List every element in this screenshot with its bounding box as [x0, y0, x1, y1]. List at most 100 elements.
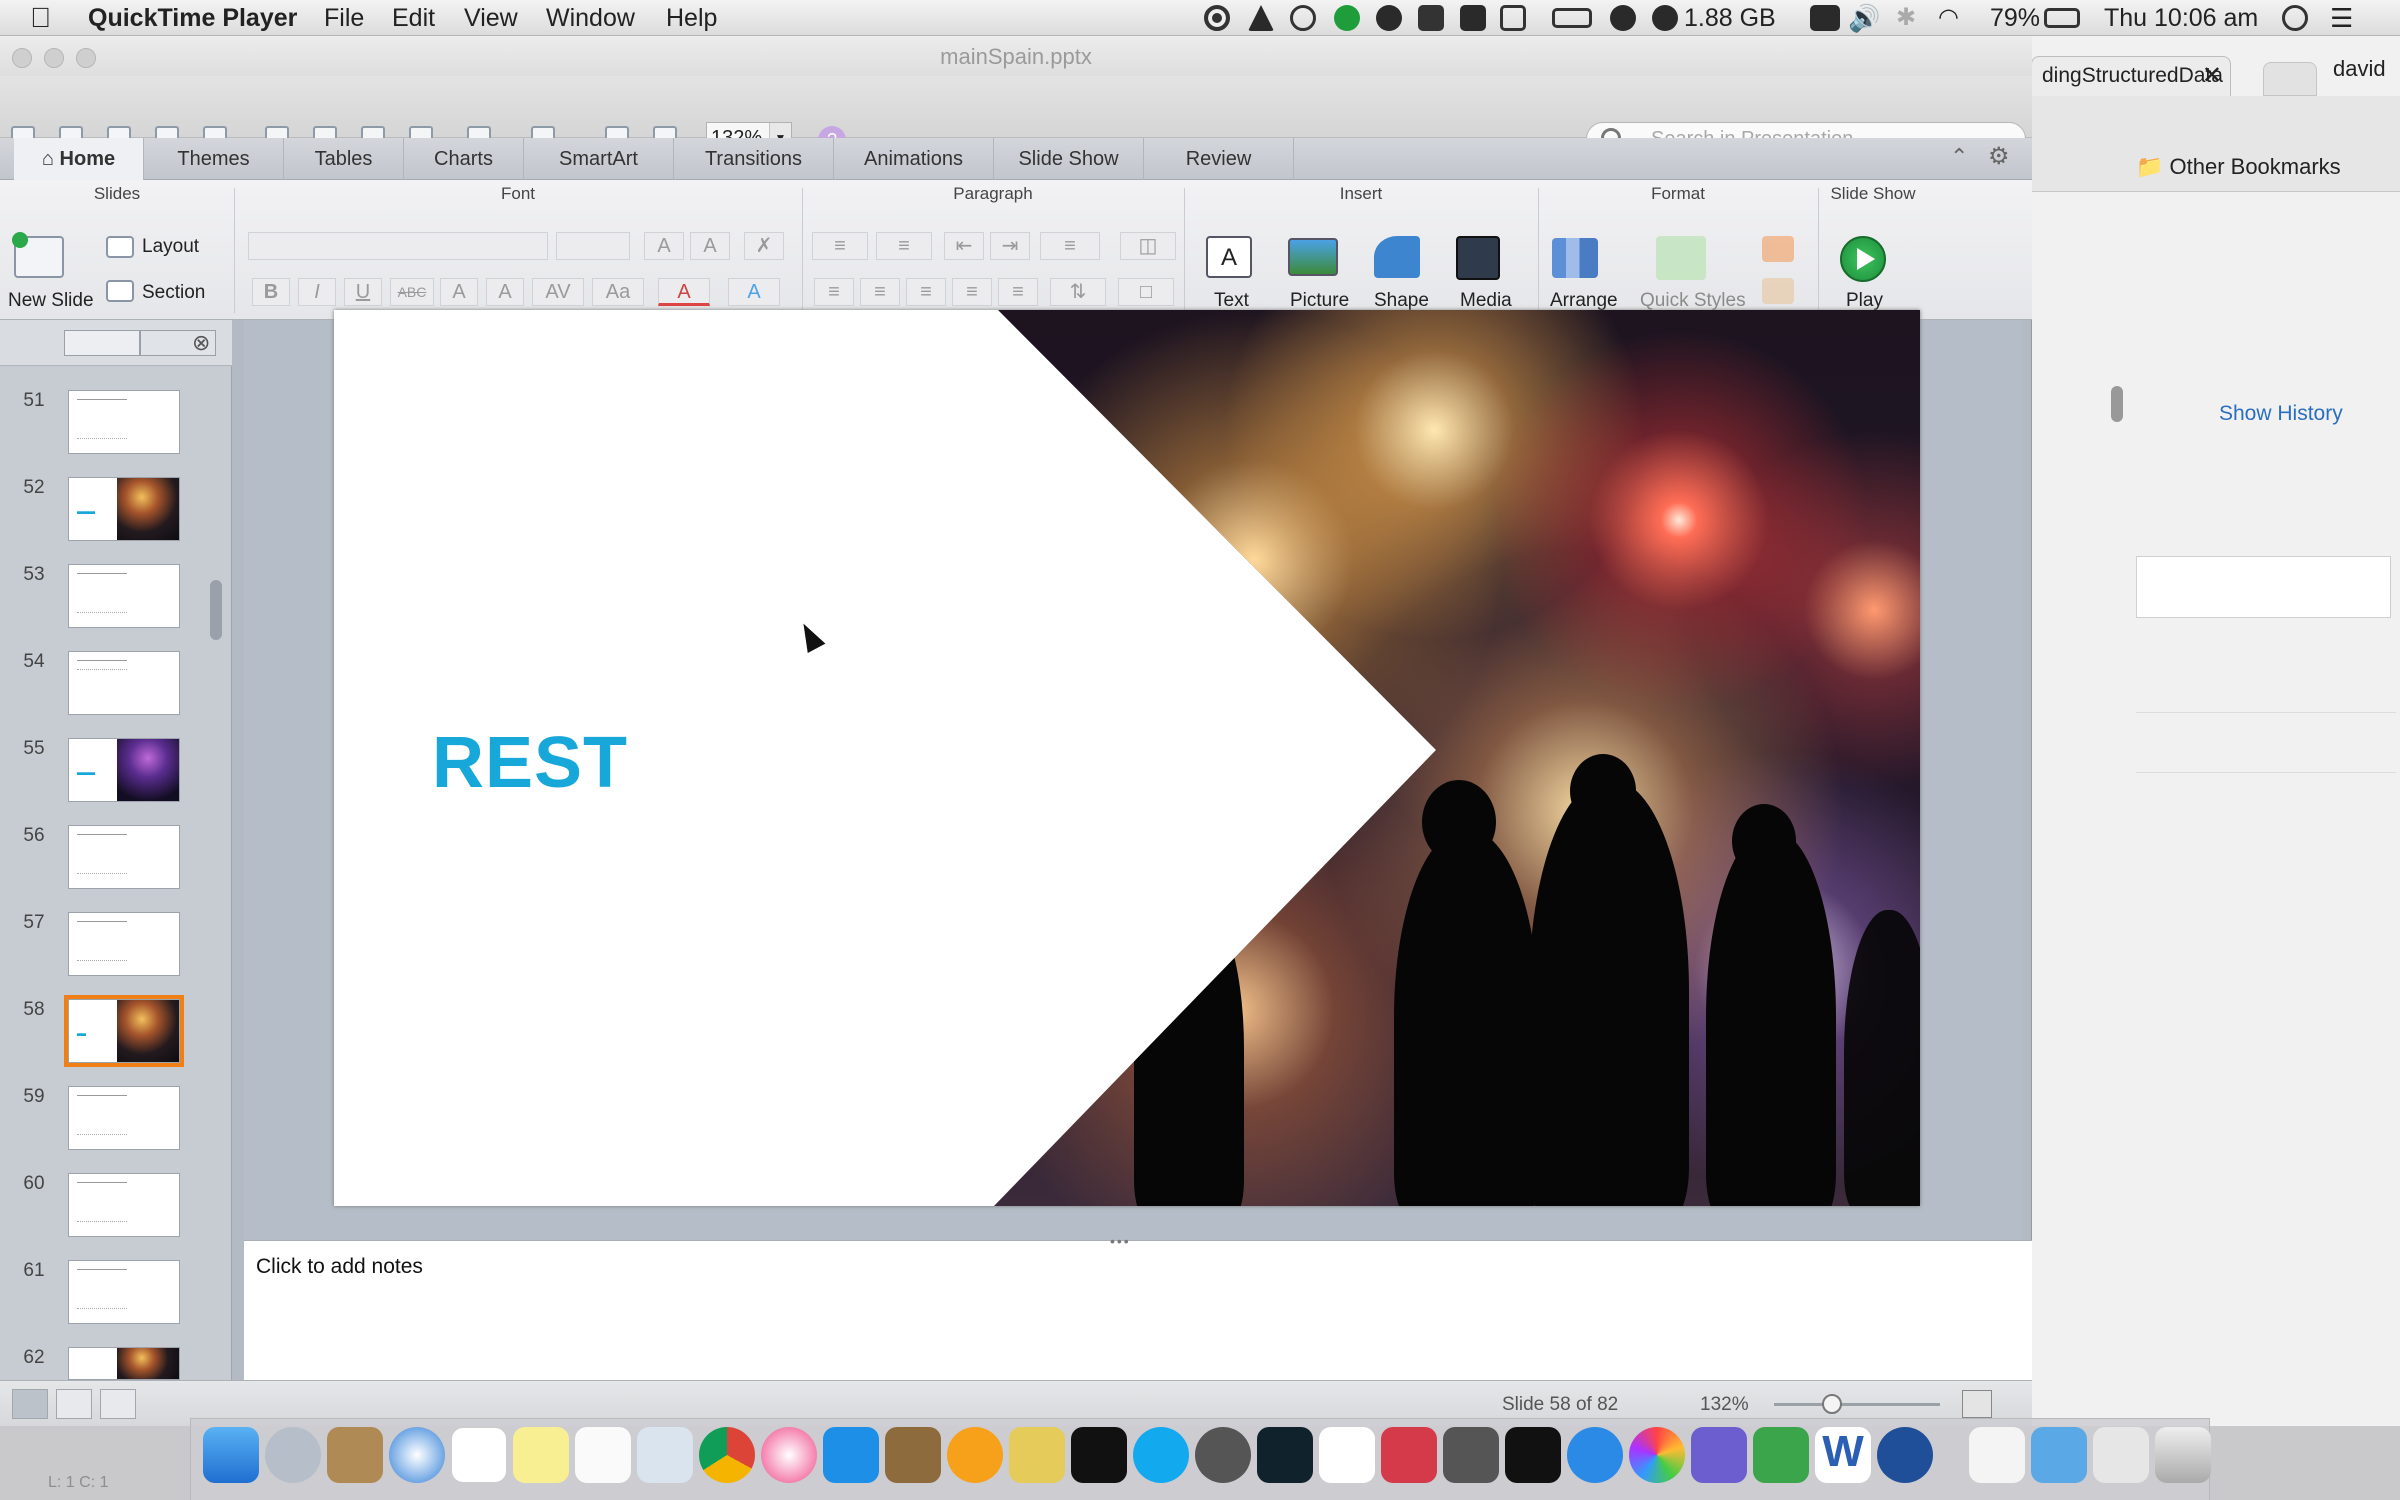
distributed-button[interactable]: ≡	[998, 278, 1038, 306]
zoom-slider[interactable]	[1774, 1403, 1940, 1406]
notes-placeholder[interactable]: Click to add notes	[256, 1255, 423, 1279]
record-status-icon[interactable]	[1204, 5, 1230, 31]
terminal-icon[interactable]	[1505, 1427, 1561, 1483]
align-text-button[interactable]: □	[1118, 278, 1174, 306]
powerpoint-icon[interactable]	[1319, 1427, 1375, 1483]
trash-icon[interactable]	[2155, 1427, 2211, 1483]
slide-thumbnail[interactable]	[68, 1347, 180, 1380]
finder-icon[interactable]	[203, 1427, 259, 1483]
slide[interactable]: REST	[334, 310, 1920, 1206]
app-icon[interactable]	[947, 1427, 1003, 1483]
slide-thumbnail[interactable]	[68, 912, 180, 976]
text-effects-button[interactable]: A	[728, 278, 780, 306]
app-icon[interactable]	[885, 1427, 941, 1483]
new-tab-button[interactable]	[2263, 62, 2317, 96]
strikethrough-button[interactable]: ABC	[390, 278, 434, 306]
line-spacing-button[interactable]: ≡	[1040, 232, 1100, 260]
slide-thumbnail[interactable]	[68, 651, 180, 715]
other-bookmarks[interactable]: 📁 Other Bookmarks	[2136, 154, 2341, 180]
align-center-button[interactable]: ≡	[860, 278, 900, 306]
show-history-link[interactable]: Show History	[2219, 402, 2343, 426]
tab-transitions[interactable]: Transitions	[674, 138, 834, 180]
display-icon[interactable]	[1552, 8, 1592, 28]
columns-button[interactable]: ◫	[1120, 232, 1176, 260]
background-input-field[interactable]	[2136, 556, 2391, 618]
slide-thumbnail[interactable]: ▬▬	[68, 477, 180, 541]
battery-icon[interactable]	[2044, 8, 2080, 28]
battery-percent[interactable]: 79%	[1990, 4, 2040, 32]
menu-help[interactable]: Help	[666, 4, 717, 32]
slides-view-toggle[interactable]	[64, 330, 140, 356]
underline-button[interactable]: U	[344, 278, 382, 306]
align-left-button[interactable]: ≡	[814, 278, 854, 306]
decrease-indent-button[interactable]: ⇤	[944, 232, 984, 260]
slide-thumbnail[interactable]	[68, 390, 180, 454]
app-icon[interactable]	[1691, 1427, 1747, 1483]
itunes-icon[interactable]	[761, 1427, 817, 1483]
app-menu-name[interactable]: QuickTime Player	[88, 4, 297, 32]
bullets-button[interactable]: ≡	[812, 232, 868, 260]
launchpad-icon[interactable]	[265, 1427, 321, 1483]
menu-file[interactable]: File	[324, 4, 364, 32]
webstorm-icon[interactable]	[1071, 1427, 1127, 1483]
italic-button[interactable]: I	[298, 278, 336, 306]
shrink-font-button[interactable]: A	[690, 232, 730, 260]
slide-thumbnail[interactable]	[68, 1173, 180, 1237]
bold-button[interactable]: B	[252, 278, 290, 306]
increase-indent-button[interactable]: ⇥	[990, 232, 1030, 260]
change-case-button[interactable]: Aa	[592, 278, 644, 306]
close-tab-icon[interactable]: ✕	[2202, 57, 2222, 95]
menu-window[interactable]: Window	[546, 4, 635, 32]
slide-thumbnail[interactable]	[68, 564, 180, 628]
slide-show-view-icon[interactable]	[100, 1389, 136, 1419]
notes-resize-handle[interactable]: •••	[1110, 1233, 1131, 1249]
google-drive-icon[interactable]	[1248, 5, 1274, 31]
windows-icon[interactable]	[823, 1427, 879, 1483]
checklist-icon[interactable]	[1500, 5, 1526, 31]
tab-home[interactable]: ⌂ Home	[14, 138, 144, 180]
notification-center-icon[interactable]: ☰	[2330, 4, 2353, 32]
app-helper-icon[interactable]	[1460, 5, 1486, 31]
tab-review[interactable]: Review	[1144, 138, 1294, 180]
slide-sorter-view-icon[interactable]	[56, 1389, 92, 1419]
browser-tab[interactable]: dingStructuredData ✕	[2031, 56, 2231, 96]
word-icon[interactable]: W	[1815, 1427, 1871, 1483]
scrollbar[interactable]	[2111, 386, 2123, 422]
safari-icon[interactable]	[389, 1427, 445, 1483]
slide-thumbnail[interactable]: ▬▬	[68, 738, 180, 802]
slide-thumbnail[interactable]	[68, 1086, 180, 1150]
calendar-icon[interactable]	[451, 1427, 507, 1483]
volume-icon[interactable]: 🔊	[1848, 4, 1880, 32]
document-icon[interactable]	[1969, 1427, 2025, 1483]
tab-smartart[interactable]: SmartArt	[524, 138, 674, 180]
quicktime-icon[interactable]	[1877, 1427, 1933, 1483]
subscript-button[interactable]: A	[486, 278, 524, 306]
collapse-ribbon-icon[interactable]: ⌃	[1950, 144, 1968, 170]
ribbon-settings-icon[interactable]: ⚙	[1988, 142, 2010, 171]
notes-icon[interactable]	[513, 1427, 569, 1483]
apple-menu-icon[interactable]: 	[30, 4, 51, 32]
slide-thumbnail-selected[interactable]: ▬	[64, 995, 184, 1067]
tab-themes[interactable]: Themes	[144, 138, 284, 180]
wifi-icon[interactable]: ◠	[1938, 4, 1959, 32]
skype-icon[interactable]	[1133, 1427, 1189, 1483]
tab-animations[interactable]: Animations	[834, 138, 994, 180]
tab-tables[interactable]: Tables	[284, 138, 404, 180]
justify-button[interactable]: ≡	[952, 278, 992, 306]
chrome-icon[interactable]	[699, 1427, 755, 1483]
superscript-button[interactable]: A	[440, 278, 478, 306]
slide-thumbnail[interactable]	[68, 825, 180, 889]
app-icon[interactable]	[2093, 1427, 2149, 1483]
thumbnail-scrollbar[interactable]	[210, 580, 222, 640]
shape-line-icon[interactable]	[1762, 278, 1794, 304]
slide-title[interactable]: REST	[432, 722, 628, 804]
notification-icon[interactable]	[1610, 5, 1636, 31]
dropbox-icon[interactable]	[1418, 5, 1444, 31]
downloads-icon[interactable]	[2031, 1427, 2087, 1483]
memory-monitor-icon[interactable]	[1652, 5, 1678, 31]
font-size-select[interactable]	[556, 232, 630, 260]
1password-icon[interactable]	[1376, 5, 1402, 31]
close-pane-icon[interactable]: ⊗	[192, 330, 210, 356]
menu-view[interactable]: View	[464, 4, 518, 32]
app-icon[interactable]	[1381, 1427, 1437, 1483]
